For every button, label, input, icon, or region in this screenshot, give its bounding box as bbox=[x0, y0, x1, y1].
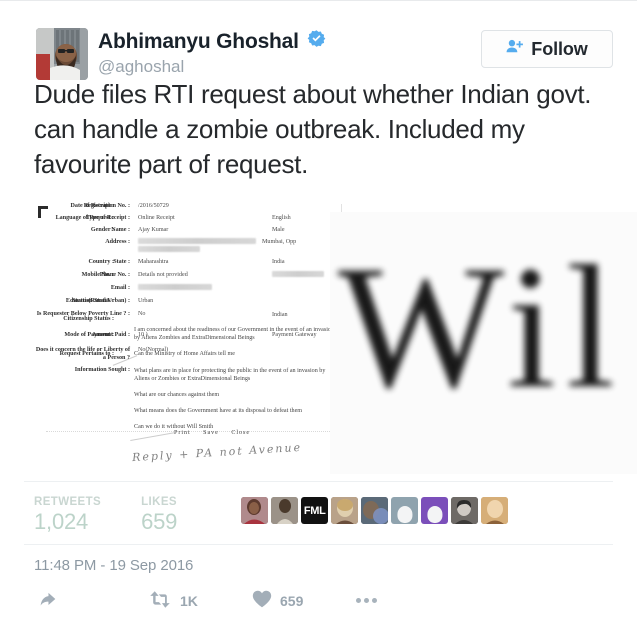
field-value: Urban bbox=[138, 298, 154, 304]
document-print-button: Print bbox=[174, 430, 191, 436]
retweet-count: 1K bbox=[180, 592, 198, 609]
tweet-text: Dude files RTI request about whether Ind… bbox=[34, 79, 592, 179]
field-label: Address : bbox=[105, 239, 130, 245]
tweet-card: Abhimanyu Ghoshal @aghoshal Follow Dude … bbox=[0, 0, 637, 628]
facepile-avatar[interactable] bbox=[481, 497, 509, 524]
request-paragraph: What plans are in place for protecting t… bbox=[134, 367, 326, 382]
rti-document-image[interactable]: Registration No. : /2016/50729 Type of R… bbox=[34, 198, 344, 476]
facepile-avatar[interactable] bbox=[241, 497, 269, 524]
document-close-button: Close bbox=[231, 430, 251, 436]
like-button[interactable]: 659 bbox=[252, 590, 356, 611]
dot bbox=[364, 598, 369, 603]
tweet-header: Abhimanyu Ghoshal @aghoshal Follow bbox=[0, 1, 637, 80]
heart-icon bbox=[252, 590, 272, 611]
dot bbox=[356, 598, 361, 603]
facepile-avatar[interactable] bbox=[331, 497, 359, 524]
document-save-button: Save bbox=[203, 430, 219, 436]
facepile-avatar[interactable] bbox=[271, 497, 299, 524]
redacted-email bbox=[138, 284, 212, 290]
request-paragraph: Can the Ministry of Home Affairs tell me bbox=[134, 351, 235, 358]
dot bbox=[372, 598, 377, 603]
follow-button[interactable]: Follow bbox=[481, 30, 613, 68]
field-label: Gender : bbox=[90, 227, 114, 233]
field-label: Mode of Payment : bbox=[64, 332, 114, 338]
retweet-button[interactable]: 1K bbox=[148, 590, 252, 611]
field-value: Ajay Kumar bbox=[138, 227, 169, 233]
reply-button[interactable] bbox=[40, 590, 148, 611]
field-value: Details not provided bbox=[138, 272, 188, 278]
field-label: Request Pertains to : bbox=[59, 351, 114, 357]
facepile-avatar[interactable] bbox=[421, 497, 449, 524]
field-label: Citizenship Status : bbox=[63, 316, 114, 322]
facepile-avatar[interactable] bbox=[391, 497, 419, 524]
retweets-label: RETWEETS bbox=[34, 496, 102, 508]
follow-button-label: Follow bbox=[531, 38, 588, 59]
display-name: Abhimanyu Ghoshal bbox=[98, 30, 299, 53]
account-handle: @aghoshal bbox=[98, 57, 185, 76]
likes-stat[interactable]: LIKES 659 bbox=[141, 495, 177, 535]
facepile: FML bbox=[241, 497, 509, 524]
redacted-address-2 bbox=[138, 246, 200, 252]
engagement-stats: RETWEETS 1,024 LIKES 659 FML bbox=[0, 482, 637, 544]
retweets-stat[interactable]: RETWEETS 1,024 bbox=[34, 495, 101, 535]
field-value: Indian bbox=[272, 312, 288, 318]
field-value: Online Receipt bbox=[138, 215, 175, 221]
verified-check-icon bbox=[307, 29, 326, 53]
default-avatar-glyph bbox=[397, 506, 413, 523]
request-body: I am concerned about the readiness of ou… bbox=[134, 326, 334, 440]
request-paragraph: I am concerned about the readiness of ou… bbox=[134, 327, 335, 342]
field-label: Education Status : bbox=[65, 298, 114, 304]
facepile-avatar[interactable]: FML bbox=[301, 497, 329, 524]
handwritten-annotation: Reply + PA not Avenue bbox=[131, 440, 303, 465]
field-value: Maharashtra bbox=[138, 259, 169, 265]
zoom-overlay-text: Wil bbox=[338, 230, 625, 425]
retweets-value: 1,024 bbox=[34, 509, 89, 534]
request-paragraph: What are our chances against them bbox=[134, 392, 220, 399]
tweet-media[interactable]: Registration No. : /2016/50729 Type of R… bbox=[0, 196, 637, 481]
facepile-avatar[interactable] bbox=[361, 497, 389, 524]
default-avatar-glyph bbox=[427, 506, 443, 523]
tweet-timestamp[interactable]: 11:48 PM - 19 Sep 2016 bbox=[0, 545, 637, 584]
reply-arrow-icon bbox=[40, 590, 62, 611]
account-name-block: Abhimanyu Ghoshal @aghoshal bbox=[98, 29, 326, 78]
tweet-action-bar: 1K 659 bbox=[0, 584, 637, 611]
field-label: Date of Receipt : bbox=[70, 203, 114, 209]
field-value: English bbox=[272, 215, 291, 221]
like-count: 659 bbox=[280, 592, 304, 609]
field-label: Email : bbox=[110, 285, 130, 291]
zoomed-text-overlay: Wil bbox=[330, 212, 637, 474]
more-dots-icon[interactable] bbox=[356, 598, 377, 603]
field-label: Language of Request : bbox=[55, 215, 114, 221]
information-sought-label: Information Sought : bbox=[74, 367, 130, 373]
field-value: /2016/50729 bbox=[138, 203, 169, 209]
field-value: Male bbox=[272, 227, 285, 233]
avatar[interactable] bbox=[36, 28, 88, 80]
field-value: Mumbai, Opp bbox=[262, 239, 297, 245]
field-value: No bbox=[138, 311, 146, 317]
field-value: India bbox=[272, 259, 285, 265]
request-paragraph: What means does the Government have at i… bbox=[134, 408, 303, 415]
retweet-icon bbox=[148, 590, 172, 611]
likes-value: 659 bbox=[141, 509, 178, 534]
user-avatar-photo bbox=[36, 28, 88, 80]
likes-label: LIKES bbox=[141, 496, 177, 508]
person-add-icon bbox=[506, 39, 524, 59]
field-label: Mobile No. : bbox=[81, 272, 114, 278]
field-label: Country : bbox=[88, 259, 114, 265]
document-action-buttons: Print Save Close bbox=[174, 430, 260, 436]
redacted-mobile bbox=[272, 271, 324, 277]
redacted-address bbox=[138, 238, 256, 244]
facepile-avatar[interactable] bbox=[451, 497, 479, 524]
